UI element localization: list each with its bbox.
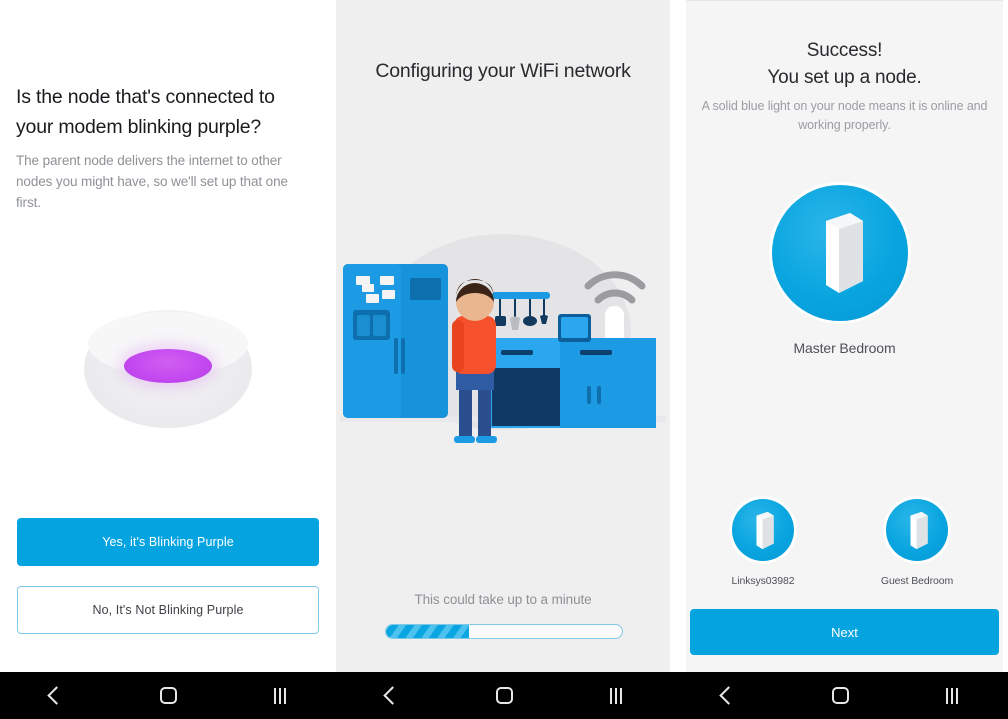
recents-button[interactable]: [925, 676, 979, 716]
android-navigation-bar-1: [0, 672, 336, 719]
home-button[interactable]: [813, 676, 867, 716]
no-not-blinking-purple-button[interactable]: No, It's Not Blinking Purple: [17, 586, 319, 634]
node-tower-icon: [756, 511, 774, 550]
home-button[interactable]: [477, 676, 531, 716]
panel-blinking-purple-question: Is the node that's connected to your mod…: [0, 0, 334, 672]
primary-node-label: Master Bedroom: [793, 340, 896, 356]
recents-button[interactable]: [253, 676, 307, 716]
recents-button[interactable]: [589, 676, 643, 716]
page-title: Is the node that's connected to your mod…: [16, 86, 275, 138]
node-avatar-2[interactable]: [886, 499, 948, 561]
phone-screenshot-triptych: Is the node that's connected to your mod…: [0, 0, 1008, 719]
node-label-1: Linksys03982: [731, 575, 795, 587]
page-title: Configuring your WiFi network: [375, 60, 631, 82]
recents-bars-icon: [274, 687, 286, 704]
android-navigation-bar-3: [672, 672, 1008, 719]
node-avatar-1[interactable]: [732, 499, 794, 561]
home-square-icon: [159, 687, 177, 704]
configuration-progress-bar: [385, 624, 623, 639]
node-purple-light-icon: [124, 349, 212, 383]
panel-setup-success: Success! You set up a node. A solid blue…: [686, 0, 1003, 672]
node-tower-icon: [826, 213, 863, 293]
progress-bar-fill: [386, 625, 469, 638]
primary-node-avatar[interactable]: [772, 185, 908, 321]
back-button[interactable]: [701, 676, 755, 716]
node-top-view-illustration: [0, 300, 334, 440]
android-navigation-bar-2: [336, 672, 672, 719]
back-chevron-icon: [718, 686, 738, 705]
node-label-2: Guest Bedroom: [880, 575, 954, 587]
home-square-icon: [831, 687, 849, 704]
home-button[interactable]: [141, 676, 195, 716]
back-chevron-icon: [46, 686, 66, 705]
page-subtitle: The parent node delivers the internet to…: [16, 153, 288, 210]
page-subtitle: A solid blue light on your node means it…: [701, 99, 988, 132]
page-title-line1: Success!: [806, 40, 883, 61]
node-tower-icon: [910, 511, 928, 550]
back-chevron-icon: [382, 686, 402, 705]
back-button[interactable]: [365, 676, 419, 716]
recents-bars-icon: [946, 687, 958, 704]
panel-configuring-wifi: Configuring your WiFi network This could…: [336, 0, 670, 672]
kitchen-scene-illustration: [340, 234, 666, 443]
yes-blinking-purple-button[interactable]: Yes, it's Blinking Purple: [17, 518, 319, 566]
home-square-icon: [495, 687, 513, 704]
next-button[interactable]: Next: [690, 609, 999, 655]
back-button[interactable]: [29, 676, 83, 716]
recents-bars-icon: [610, 687, 622, 704]
progress-note: This could take up to a minute: [414, 592, 592, 607]
page-title: Success! You set up a node.: [686, 37, 1003, 91]
page-title-line2: You set up a node.: [767, 67, 922, 88]
